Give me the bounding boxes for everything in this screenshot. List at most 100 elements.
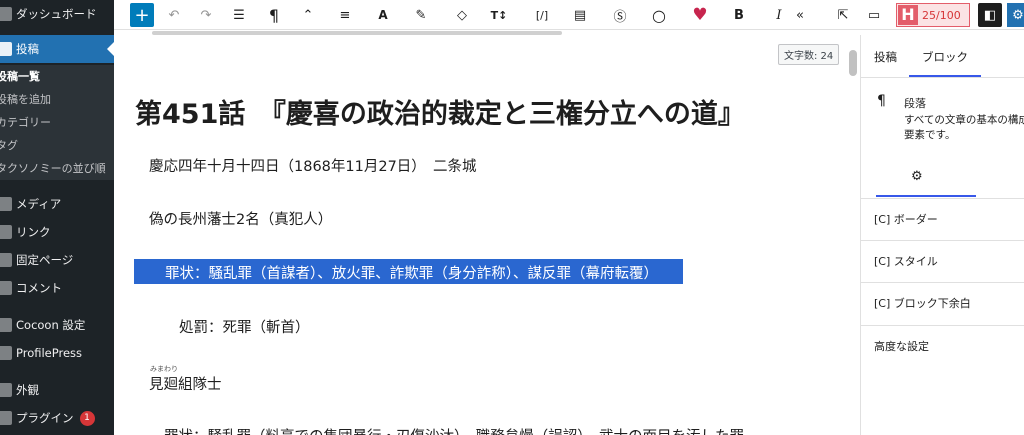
block-settings-gear-icon[interactable]: ⚙	[911, 169, 923, 184]
submenu-taxonomy-order[interactable]: タクソノミーの並び順	[0, 157, 114, 180]
block-description: すべての文章の基本の構成要素です。	[904, 114, 1024, 141]
italic-icon: I	[776, 7, 782, 23]
heart-button[interactable]: ♥	[689, 3, 711, 27]
tab-block[interactable]: ブロック	[909, 35, 981, 77]
menu-plugins[interactable]: プラグイン 1	[0, 404, 114, 432]
menu-plugins-label: プラグイン	[16, 411, 74, 425]
shortcode-button[interactable]: [/]	[531, 3, 553, 27]
dollar-icon: Ⓢ	[613, 9, 627, 25]
canvas-scrollbar[interactable]	[849, 50, 857, 76]
submenu-add-new[interactable]: 投稿を追加	[0, 88, 114, 111]
admin-sidebar: ダッシュボード 投稿 投稿一覧 投稿を追加 カテゴリー タグ タクソノミーの並び…	[0, 0, 114, 435]
settings-sidebar: 投稿 ブロック ¶ 段落 すべての文章の基本の構成要素です。 ⚙ [C] ボーダ…	[860, 35, 1024, 435]
post-title[interactable]: 第451話 『慶喜の政治的裁定と三権分立への道』	[135, 92, 745, 131]
plus-icon: +	[134, 4, 150, 26]
block-editor-screen: ダッシュボード 投稿 投稿一覧 投稿を追加 カテゴリー タグ タクソノミーの並び…	[0, 0, 1024, 435]
selected-paragraph-block[interactable]: 罪状：騒乱罪（首謀者）、放火罪、詐欺罪（身分詐称）、謀反罪（幕府転覆）	[134, 259, 683, 284]
menu-comments[interactable]: コメント	[0, 274, 114, 302]
move-block-button[interactable]: ⌃	[300, 3, 316, 27]
menu-posts-label: 投稿	[16, 42, 39, 56]
paragraph-block[interactable]: 罪状：騒乱罪（料亭での集団暴行・刃傷沙汰）、職務怠慢（誤認）、武士の面目を汚した…	[164, 425, 744, 435]
highlight-button[interactable]: ✎	[411, 3, 431, 27]
plugin-settings-button[interactable]: ⚙	[1007, 3, 1024, 27]
add-block-button[interactable]: +	[130, 3, 154, 27]
heart-icon: ♥	[692, 5, 708, 25]
posts-icon	[0, 42, 12, 56]
text-color-icon: A	[378, 8, 388, 22]
submenu-all-posts[interactable]: 投稿一覧	[0, 65, 114, 88]
menu-pages[interactable]: 固定ページ	[0, 246, 114, 274]
settings-icon: ⚙	[1012, 7, 1024, 23]
settings-tab-indicator	[876, 195, 976, 197]
comment-icon	[0, 281, 12, 295]
paragraph-block-icon: ¶	[877, 93, 886, 109]
document-button[interactable]: ▤	[570, 3, 590, 27]
sidebar-icon: ◧	[983, 7, 997, 23]
block-name: 段落	[904, 97, 926, 110]
brush-icon	[0, 383, 12, 397]
menu-links[interactable]: リンク	[0, 218, 114, 246]
text-size-button[interactable]: T↕	[488, 3, 510, 27]
tag-button[interactable]: ◇	[452, 3, 472, 27]
menu-dashboard[interactable]: ダッシュボード	[0, 0, 114, 28]
menu-cocoon[interactable]: Cocoon 設定	[0, 311, 114, 339]
submenu-tags[interactable]: タグ	[0, 134, 114, 157]
external-link-icon: ⇱	[837, 7, 849, 23]
heading-score-logo-icon: H	[898, 5, 918, 25]
menu-media[interactable]: メディア	[0, 190, 114, 218]
chevron-up-down-icon: ⌃	[302, 7, 314, 23]
document-icon: ▤	[573, 7, 587, 23]
panel-section-advanced[interactable]: 高度な設定	[861, 325, 1024, 367]
view-post-button[interactable]: ⇱	[833, 3, 853, 27]
menu-profilepress[interactable]: ProfilePress	[0, 339, 114, 367]
shortcode-icon: [/]	[535, 8, 549, 22]
sidebar-toggle-button[interactable]: ◧	[978, 3, 1002, 27]
selected-text: 罪状：騒乱罪（首謀者）、放火罪、詐欺罪（身分詐称）、謀反罪（幕府転覆）	[165, 266, 658, 282]
paragraph-block[interactable]: 慶応四年十月十四日（1868年11月27日） 二条城	[149, 155, 477, 176]
redo-button[interactable]: ↷	[196, 3, 216, 27]
paragraph-block[interactable]: 偽の長州藩士2名（真犯人）	[149, 208, 332, 229]
menu-pages-label: 固定ページ	[16, 253, 74, 267]
paragraph-block[interactable]: 処罰：死罪（斬首）	[179, 316, 310, 337]
tab-post[interactable]: 投稿	[874, 35, 897, 77]
seo-score-badge[interactable]: H 25/100	[896, 3, 970, 27]
link-icon	[0, 225, 12, 239]
menu-appearance[interactable]: 外観	[0, 376, 114, 404]
align-button[interactable]: ≡	[335, 3, 355, 27]
tabs-divider	[861, 77, 1024, 78]
plugins-update-badge: 1	[79, 410, 95, 426]
undo-button[interactable]: ↶	[164, 3, 184, 27]
panel-section-block-margin[interactable]: [C] ブロック下余白	[861, 282, 1024, 324]
panel-section-style[interactable]: [C] スタイル	[861, 240, 1024, 282]
menu-media-label: メディア	[16, 197, 62, 211]
plugin-icon	[0, 411, 12, 425]
align-left-icon: ≡	[339, 7, 351, 23]
panel-section-border[interactable]: [C] ボーダー	[861, 198, 1024, 240]
submenu-categories[interactable]: カテゴリー	[0, 111, 114, 134]
page-icon	[0, 253, 12, 267]
text-size-icon: T↕	[490, 8, 508, 22]
character-count: 文字数: 24	[778, 44, 840, 65]
preview-button[interactable]: ▭	[864, 3, 884, 27]
list-view-icon: ☰	[233, 7, 245, 23]
editor-canvas: 文字数: 24 第451話 『慶喜の政治的裁定と三権分立への道』 慶応四年十月十…	[114, 35, 860, 435]
paragraph-block[interactable]: 見廻組隊士	[149, 373, 222, 394]
media-icon	[0, 197, 12, 211]
text-color-button[interactable]: A	[375, 3, 391, 27]
menu-profilepress-label: ProfilePress	[16, 346, 83, 360]
bold-button[interactable]: B	[731, 3, 747, 27]
editor-toolbar: + ↶ ↷ ☰ ¶ ⌃ ≡ A ✎ ◇ T↕ [/] ▤ Ⓢ ○ ♥ B I «…	[114, 0, 1024, 30]
italic-button[interactable]: I	[773, 3, 785, 27]
menu-comments-label: コメント	[16, 281, 62, 295]
dollar-button[interactable]: Ⓢ	[610, 3, 630, 27]
menu-dashboard-label: ダッシュボード	[16, 7, 97, 21]
more-tools-button[interactable]: «	[792, 3, 808, 27]
circle-icon: ○	[652, 5, 666, 25]
menu-appearance-label: 外観	[16, 383, 39, 397]
list-view-button[interactable]: ☰	[229, 3, 249, 27]
paragraph-block-button[interactable]: ¶	[264, 3, 284, 27]
desktop-icon: ▭	[867, 7, 881, 23]
menu-posts[interactable]: 投稿	[0, 35, 114, 63]
circle-button[interactable]: ○	[649, 3, 669, 27]
highlighter-icon: ✎	[415, 7, 427, 23]
